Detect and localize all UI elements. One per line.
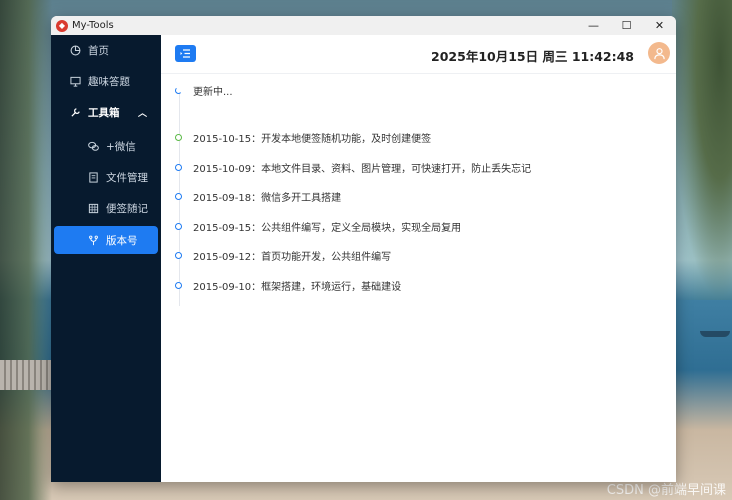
timeline-item: 2015-09-15：公共组件编写，定义全局模块，实现全局复用 bbox=[161, 217, 461, 235]
background-palm bbox=[672, 0, 732, 300]
timeline-dot bbox=[175, 163, 182, 171]
wechat-icon bbox=[87, 141, 99, 153]
user-icon bbox=[653, 47, 665, 59]
timeline-text: 2015-10-09：本地文件目录、资料、图片管理，可快速打开，防止丢失忘记 bbox=[193, 163, 532, 175]
sidebar-item-wechat[interactable]: +微信 bbox=[51, 131, 161, 162]
window-title: My-Tools bbox=[72, 20, 114, 31]
loading-icon bbox=[175, 86, 182, 94]
version-icon bbox=[87, 234, 99, 246]
timeline-text: 2015-09-12：首页功能开发，公共组件编写 bbox=[193, 251, 392, 263]
sidebar-item-label: 便签随记 bbox=[106, 203, 148, 215]
sidebar-item-label: 工具箱 bbox=[88, 107, 120, 119]
main-content: 2025年10月15日 周三 11:42:48 更新中... 2015-10-1… bbox=[161, 35, 676, 482]
timeline-text: 2015-09-10：框架搭建，环境运行，基础建设 bbox=[193, 281, 402, 293]
sidebar-item-label: 趣味答题 bbox=[88, 76, 130, 88]
app-logo-icon: ◆ bbox=[56, 19, 68, 32]
timeline-dot bbox=[175, 281, 182, 289]
timeline-text: 2015-09-18：微信多开工具搭建 bbox=[193, 192, 342, 204]
timeline-item: 2015-10-09：本地文件目录、资料、图片管理，可快速打开，防止丢失忘记 bbox=[161, 158, 531, 176]
grid-icon bbox=[87, 203, 99, 215]
sidebar-item-files[interactable]: 文件管理 bbox=[51, 162, 161, 193]
sidebar-item-version[interactable]: 版本号 bbox=[54, 226, 158, 254]
timeline-item: 2015-09-10：框架搭建，环境运行，基础建设 bbox=[161, 276, 401, 294]
window-controls: — ☐ ✕ bbox=[577, 16, 676, 35]
timeline-item: 2015-09-12：首页功能开发，公共组件编写 bbox=[161, 246, 391, 264]
timeline-text: 2015-09-15：公共组件编写，定义全局模块，实现全局复用 bbox=[193, 222, 462, 234]
sidebar-group-toolbox[interactable]: 工具箱 ︿ bbox=[51, 97, 161, 128]
background-boat bbox=[700, 331, 730, 337]
timeline-dot bbox=[175, 222, 182, 230]
sidebar-item-label: 首页 bbox=[88, 45, 109, 57]
timeline-dot bbox=[175, 192, 182, 200]
app-body: 首页 趣味答题 工具箱 ︿ +微信 文件管理 便签随记 版本号 2025年10月… bbox=[51, 35, 676, 482]
header-bar: 2025年10月15日 周三 11:42:48 bbox=[161, 35, 676, 74]
timeline-text: 更新中... bbox=[193, 86, 233, 98]
maximize-button[interactable]: ☐ bbox=[610, 16, 643, 35]
pie-chart-icon bbox=[69, 45, 81, 57]
sidebar-item-quiz[interactable]: 趣味答题 bbox=[51, 66, 161, 97]
app-window: ◆ My-Tools — ☐ ✕ 首页 趣味答题 工具箱 ︿ +微信 文件管理 … bbox=[51, 16, 676, 482]
avatar[interactable] bbox=[648, 42, 670, 64]
chevron-up-icon: ︿ bbox=[137, 109, 147, 119]
sidebar-item-label: +微信 bbox=[106, 141, 136, 153]
timeline-item: 更新中... bbox=[161, 81, 233, 99]
menu-fold-icon bbox=[180, 49, 190, 58]
wrench-icon bbox=[69, 107, 81, 119]
background-boardwalk bbox=[0, 360, 52, 390]
title-bar[interactable]: ◆ My-Tools — ☐ ✕ bbox=[51, 16, 676, 35]
current-datetime: 2025年10月15日 周三 11:42:48 bbox=[431, 49, 634, 64]
close-button[interactable]: ✕ bbox=[643, 16, 676, 35]
sidebar-item-notes[interactable]: 便签随记 bbox=[51, 193, 161, 224]
timeline-item: 2015-09-18：微信多开工具搭建 bbox=[161, 187, 341, 205]
timeline-dot bbox=[175, 133, 182, 141]
minimize-button[interactable]: — bbox=[577, 16, 610, 35]
sidebar-item-label: 版本号 bbox=[106, 234, 138, 247]
timeline-item: 2015-10-15：开发本地便签随机功能，及时创建便签 bbox=[161, 128, 431, 146]
timeline-dot bbox=[175, 251, 182, 259]
background-trees bbox=[0, 0, 52, 500]
sidebar-item-home[interactable]: 首页 bbox=[51, 35, 161, 66]
timeline-text: 2015-10-15：开发本地便签随机功能，及时创建便签 bbox=[193, 133, 432, 145]
document-icon bbox=[87, 172, 99, 184]
monitor-icon bbox=[69, 76, 81, 88]
sidebar-item-label: 文件管理 bbox=[106, 172, 148, 184]
sidebar: 首页 趣味答题 工具箱 ︿ +微信 文件管理 便签随记 版本号 bbox=[51, 35, 161, 482]
menu-toggle-button[interactable] bbox=[175, 45, 196, 62]
